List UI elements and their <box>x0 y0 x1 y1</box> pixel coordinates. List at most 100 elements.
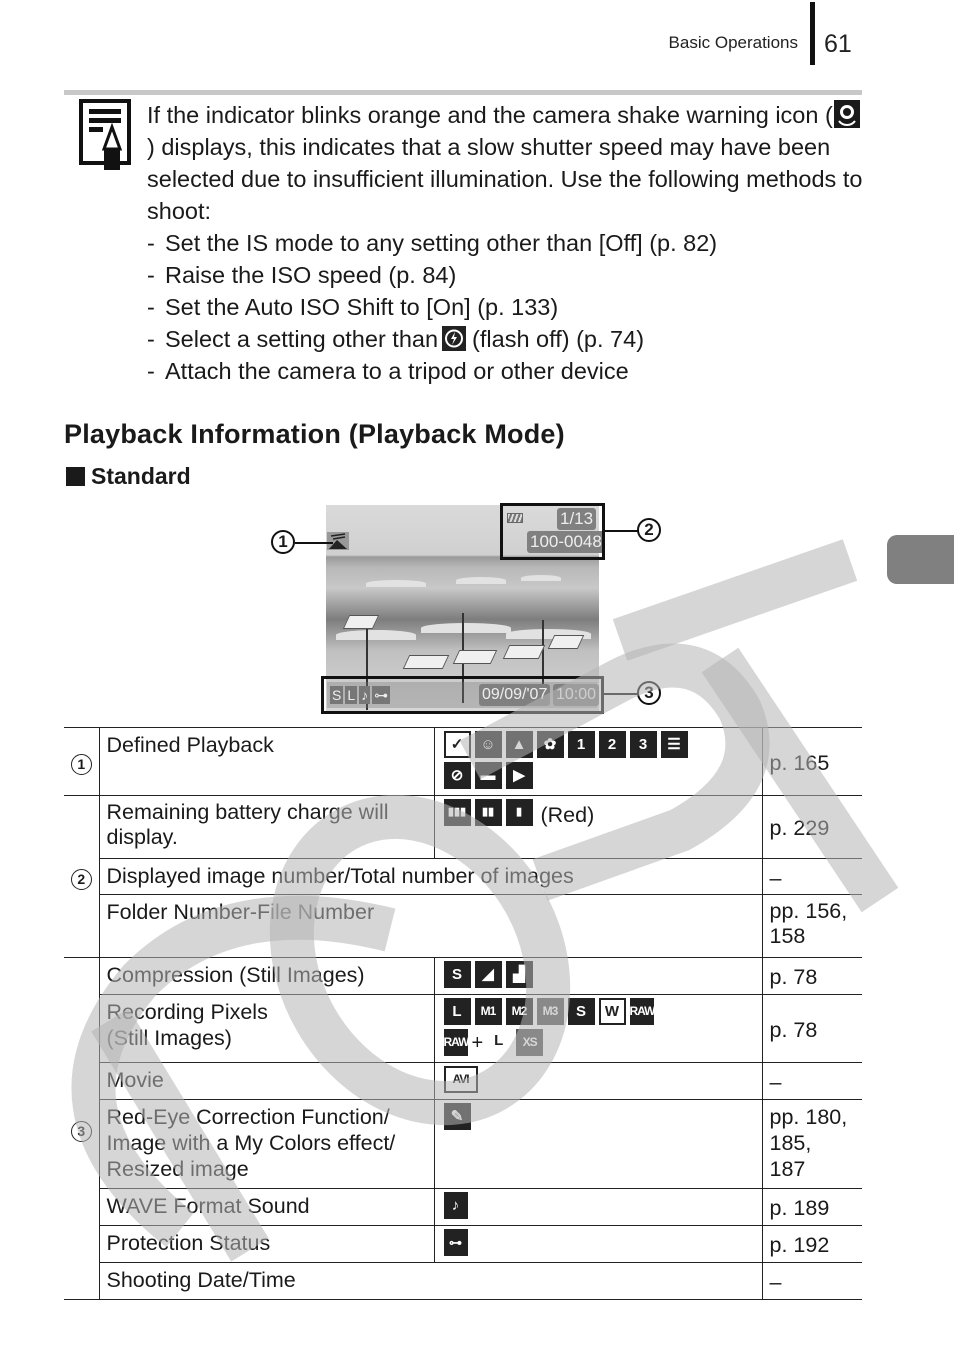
jpeg-large-icon: L <box>485 1029 513 1056</box>
row-description: WAVE Format Sound <box>99 1188 435 1226</box>
row-icons: ⊶ <box>434 1225 763 1263</box>
umbrella <box>366 580 426 587</box>
favorites-clock-icon: ✓ <box>443 731 471 758</box>
superfine-icon: S <box>443 961 471 988</box>
page-reference: pp. 156, 158 <box>762 894 862 958</box>
page-reference: p. 192 <box>762 1225 862 1263</box>
page-reference: – <box>762 858 862 895</box>
flash-off-icon <box>442 326 467 351</box>
normal-icon: ▟ <box>505 961 533 988</box>
note-text-part2: ) displays, this indicates that a slow s… <box>147 134 863 224</box>
row-icons: S ◢ ▟ <box>434 957 763 995</box>
group-number: 2 <box>70 868 92 890</box>
row-description: Folder Number-File Number <box>99 894 763 958</box>
no-category-icon: ⊘ <box>443 762 471 789</box>
note-body: If the indicator blinks orange and the c… <box>147 99 867 387</box>
size-medium3-icon: M3 <box>536 998 564 1025</box>
section-title: Playback Information (Playback Mode) <box>64 419 565 449</box>
note-text-part1: If the indicator blinks orange and the c… <box>147 102 833 128</box>
size-large-icon: L <box>443 998 471 1025</box>
row-icons: ▮▮▮ ▮▮ ▮ (Red) <box>434 795 763 859</box>
umbrella <box>521 575 561 581</box>
page-reference: p. 78 <box>762 957 862 995</box>
row-description: Compression (Still Images) <box>99 957 435 995</box>
raw-icon: RAW <box>629 998 656 1025</box>
table-row: Shooting Date/Time – <box>64 1262 862 1300</box>
row-description: Defined Playback <box>99 727 435 796</box>
beach-chair <box>502 645 546 659</box>
page-reference: pp. 180, 185, 187 <box>762 1099 862 1189</box>
list-item: - Raise the ISO speed (p. 84) <box>147 262 457 288</box>
callout-2: 2 <box>637 518 661 542</box>
beach-chair <box>402 655 450 669</box>
row-icons: ♪ <box>434 1188 763 1226</box>
raw-icon: RAW <box>443 1029 470 1056</box>
folder-icon: ▬ <box>474 762 502 789</box>
page-reference: p. 78 <box>762 994 862 1063</box>
table-row: Protection Status ⊶ p. 192 <box>64 1225 862 1263</box>
callout-1-leader <box>295 542 333 544</box>
table-row: WAVE Format Sound ♪ p. 189 <box>64 1188 862 1226</box>
retouch-brush-icon: ✎ <box>443 1103 471 1130</box>
table-row: 1 Defined Playback ✓ ☺ ▲ ✿ 1 2 3 ☰ ⊘ ▬ ▶ p. 165 <box>64 727 862 796</box>
chapter-tab <box>887 535 954 584</box>
table-row: Recording Pixels (Still Images) L M1 M2 M3 S W… <box>64 994 862 1063</box>
fine-icon: ◢ <box>474 961 502 988</box>
callout-3: 3 <box>637 681 661 705</box>
scenery-icon: ▲ <box>505 731 533 758</box>
list-item: - Attach the camera to a tripod or other … <box>147 358 629 384</box>
umbrella <box>421 623 511 633</box>
protect-key-icon: ⊶ <box>443 1229 468 1256</box>
row-icons: L M1 M2 M3 S W RAW RAW + L XS <box>434 994 763 1063</box>
size-small-icon: S <box>567 998 595 1025</box>
table-row: 2 Remaining battery charge will display.… <box>64 795 862 958</box>
battery-full-icon: ▮▮▮ <box>443 799 471 826</box>
group-number: 3 <box>70 1120 92 1142</box>
note-methods-list: - Set the IS mode to any setting other th… <box>147 227 867 387</box>
row-description: Remaining battery charge will display. <box>99 795 435 859</box>
table-row: Displayed image number/Total number of i… <box>64 858 862 895</box>
subsection-title: Standard <box>66 463 191 490</box>
events-icon: ✿ <box>536 731 564 758</box>
beach-chair <box>452 650 498 664</box>
size-widescreen-icon: W <box>598 998 626 1025</box>
memo-pencil-icon <box>79 99 131 170</box>
header-divider <box>810 2 815 65</box>
plus-sign: + <box>471 1031 484 1054</box>
my-category-1-icon: 1 <box>567 731 595 758</box>
group-number: 1 <box>70 753 92 775</box>
battery-half-icon: ▮▮ <box>474 799 502 826</box>
list-item: - Set the Auto ISO Shift to [On] (p. 133) <box>147 294 559 320</box>
camera-shake-icon <box>833 100 860 128</box>
page-reference: p. 165 <box>762 727 862 796</box>
page-number: 61 <box>824 30 852 58</box>
size-medium2-icon: M2 <box>505 998 533 1025</box>
page-reference: – <box>762 1262 862 1300</box>
size-medium1-icon: M1 <box>474 998 502 1025</box>
scenery-category-icon <box>327 532 349 550</box>
page-reference: – <box>762 1062 862 1100</box>
avi-movie-icon: AVI <box>443 1066 478 1093</box>
battery-red-note: (Red) <box>540 802 595 827</box>
row-icons: ✎ <box>434 1099 763 1189</box>
callout-2-leader <box>605 530 638 532</box>
table-row: Red-Eye Correction Function/Image with a… <box>64 1099 862 1189</box>
row-description: Shooting Date/Time <box>99 1262 763 1300</box>
movie-icon: ▶ <box>505 762 533 789</box>
table-row: Folder Number-File Number pp. 156, 158 <box>64 894 862 958</box>
row-icons: ✓ ☺ ▲ ✿ 1 2 3 ☰ ⊘ ▬ ▶ <box>434 727 763 796</box>
callout-frame-2 <box>500 503 605 560</box>
callout-3-leader <box>604 693 638 695</box>
row-icons: AVI <box>434 1062 763 1100</box>
my-category-2-icon: 2 <box>598 731 626 758</box>
to-do-icon: ☰ <box>660 731 688 758</box>
list-item: - Select a setting other than (flash off) … <box>147 326 645 352</box>
row-description: Red-Eye Correction Function/Image with a… <box>99 1099 435 1189</box>
page-reference: p. 229 <box>762 795 862 859</box>
people-icon: ☺ <box>474 731 502 758</box>
row-description: Recording Pixels (Still Images) <box>99 994 435 1063</box>
row-description: Displayed image number/Total number of i… <box>99 858 763 895</box>
page-reference: p. 189 <box>762 1188 862 1226</box>
note-top-rule <box>64 90 862 95</box>
row-description: Movie <box>99 1062 435 1100</box>
